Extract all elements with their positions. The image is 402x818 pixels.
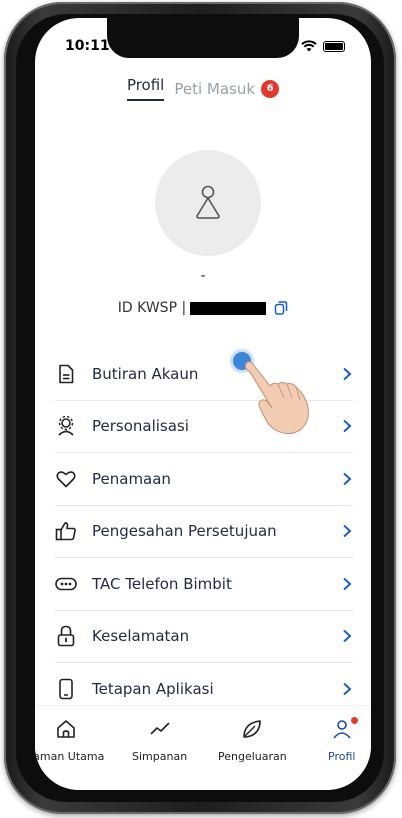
battery-icon [323,40,345,52]
nav-laman-utama-label: Laman Utama [35,750,105,763]
tab-peti-masuk[interactable]: Peti Masuk 6 [174,76,280,101]
status-icons [301,40,345,52]
kwsp-id-row: ID KWSP | [35,300,371,316]
profile-nav-icon-wrap [331,717,358,740]
tab-peti-masuk-label: Peti Masuk [174,79,256,98]
chevron-right-icon [343,525,352,538]
chevron-right-icon [343,420,352,433]
menu-item-label: TAC Telefon Bimbit [92,574,232,593]
chevron-right-icon [343,472,352,485]
app-screen: 10:11 Profil Peti Masuk 6 - ID KWSP | Bu… [35,18,371,790]
status-time: 10:11 [65,38,110,54]
home-icon [56,720,75,738]
nav-profil-label: Profil [328,750,356,763]
menu-item-label: Penamaan [92,469,171,488]
tab-profil[interactable]: Profil [126,76,165,101]
menu-item-label: Tetapan Aplikasi [92,679,214,698]
phone-notch [107,18,299,58]
nav-simpanan[interactable]: Simpanan [132,718,187,763]
chevron-right-icon [343,367,352,380]
copy-icon[interactable] [274,301,288,315]
chevron-right-icon [343,577,352,590]
menu-item-keselamatan[interactable]: Keselamatan [55,611,353,663]
chevron-right-icon [343,630,352,643]
phone-icon [55,678,77,700]
lock-icon [55,625,77,647]
nav-profil[interactable]: Profil [328,717,358,763]
nav-pengeluaran[interactable]: Pengeluaran [218,718,287,763]
menu-item-tac-telefon-bimbit[interactable]: TAC Telefon Bimbit [55,558,353,611]
chevron-right-icon [343,682,352,695]
menu-item-label: Keselamatan [92,627,190,646]
menu-item-penamaan[interactable]: Penamaan [55,453,353,506]
kwsp-id-label: ID KWSP | [117,300,187,316]
profile-tabs: Profil Peti Masuk 6 [35,76,371,101]
nav-pengeluaran-label: Pengeluaran [218,750,287,763]
pointing-hand-icon [244,361,309,435]
profile-icon [333,720,351,739]
dots-pill-icon [55,573,77,595]
wifi-icon [301,40,317,52]
user-silhouette-icon [196,185,220,219]
heart-icon [55,468,77,490]
thumbs-up-icon [55,520,77,542]
kwsp-id-redacted [190,301,267,315]
inbox-count-badge: 6 [261,79,280,98]
menu-item-pengesahan-persetujuan[interactable]: Pengesahan Persetujuan [55,506,353,558]
bottom-nav: Laman Utama Simpanan Pengeluaran Profil [35,705,371,790]
profile-name: - [200,268,206,284]
document-icon [55,363,77,385]
person-settings-icon [55,415,77,437]
avatar[interactable] [155,150,261,256]
nav-laman-utama[interactable]: Laman Utama [35,718,104,763]
leaf-icon [243,720,262,738]
nav-simpanan-label: Simpanan [132,750,188,763]
menu-item-label: Pengesahan Persetujuan [92,522,277,541]
trend-line-icon [150,722,170,735]
notification-dot [350,717,358,724]
